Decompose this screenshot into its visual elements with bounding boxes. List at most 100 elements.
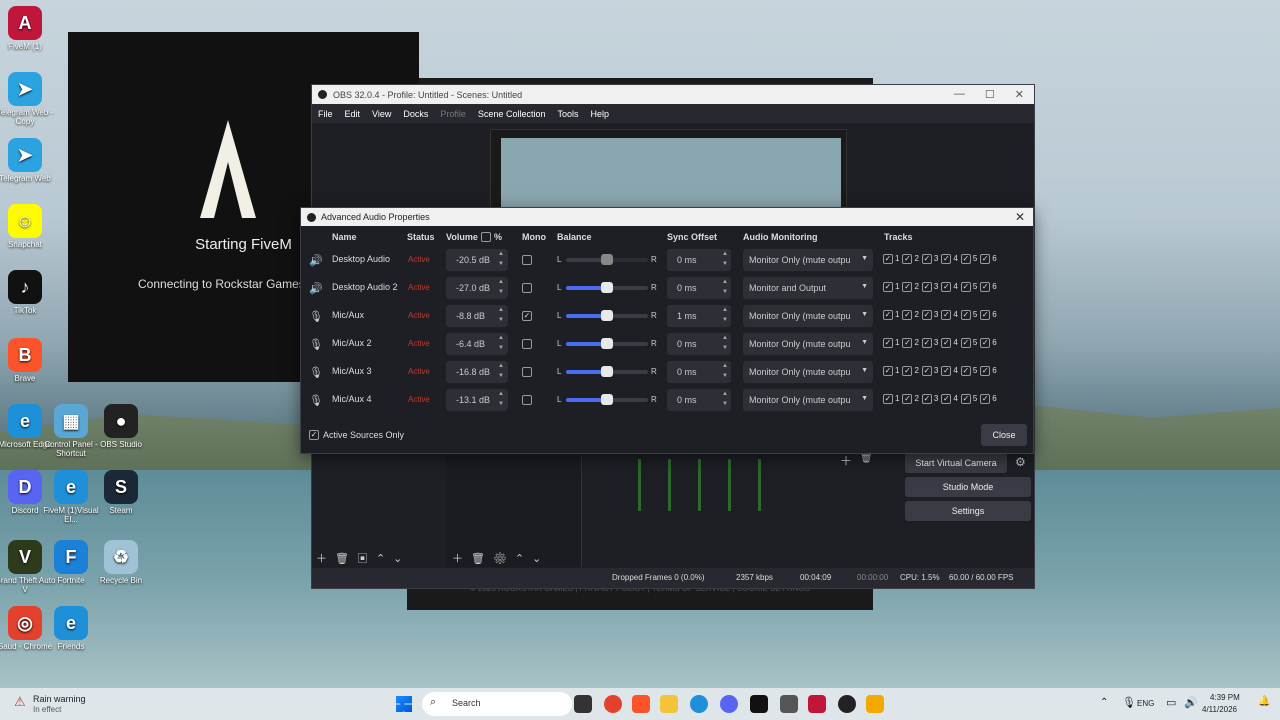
track-checkbox[interactable]: ✓: [941, 310, 952, 320]
track-checkbox[interactable]: ✓: [960, 338, 971, 348]
notification-icon[interactable]: 🔔: [1258, 696, 1270, 707]
track-checkbox[interactable]: ✓: [902, 338, 913, 348]
volume-spinner-icon[interactable]: ▲ ▼: [498, 277, 504, 297]
sync-spinner-icon[interactable]: ▲ ▼: [722, 305, 728, 325]
track-checkbox[interactable]: ✓: [902, 394, 913, 404]
virtual-camera-settings-icon[interactable]: ⚙: [1015, 455, 1026, 469]
track-checkbox[interactable]: ✓: [883, 394, 893, 404]
desktop-icon[interactable]: e Friends: [40, 606, 102, 651]
mono-checkbox[interactable]: [522, 367, 532, 377]
volume-spinner-icon[interactable]: ▲ ▼: [498, 249, 504, 269]
menu-view[interactable]: View: [372, 109, 391, 119]
rockstar-icon[interactable]: [866, 695, 884, 713]
track-checkbox[interactable]: ✓: [941, 366, 952, 376]
mono-checkbox[interactable]: [522, 395, 532, 405]
sync-spinner-icon[interactable]: ▲ ▼: [722, 389, 728, 409]
track-toggle[interactable]: ✓ 4: [941, 310, 958, 320]
track-toggle[interactable]: ✓ 6: [980, 394, 997, 404]
track-checkbox[interactable]: ✓: [883, 366, 893, 376]
track-checkbox[interactable]: ✓: [921, 282, 932, 292]
mono-checkbox[interactable]: [522, 339, 532, 349]
sync-spinner-icon[interactable]: ▲ ▼: [722, 277, 728, 297]
audio-monitoring-select[interactable]: Monitor and Output ▼: [743, 277, 873, 299]
volume-spinner-icon[interactable]: ▲ ▼: [498, 389, 504, 409]
track-toggle[interactable]: ✓ 2: [902, 310, 919, 320]
track-checkbox[interactable]: ✓: [883, 310, 893, 320]
track-checkbox[interactable]: ✓: [941, 394, 952, 404]
track-toggle[interactable]: ✓ 3: [921, 338, 938, 348]
desktop-icon[interactable]: ♪ TikTok: [0, 270, 56, 315]
audio-monitoring-select[interactable]: Monitor Only (mute outpu ▼: [743, 389, 873, 411]
mono-checkbox[interactable]: [522, 283, 532, 293]
weather-title[interactable]: Rain warning: [33, 694, 86, 704]
desktop-icon[interactable]: ☺ Snapchat: [0, 204, 56, 249]
track-toggle[interactable]: ✓ 3: [921, 366, 938, 376]
track-checkbox[interactable]: ✓: [921, 366, 932, 376]
desktop-icon[interactable]: ➤ Telegram Web - Copy: [0, 72, 56, 126]
track-checkbox[interactable]: ✓: [921, 310, 932, 320]
volume-spinner-icon[interactable]: ▲ ▼: [498, 361, 504, 381]
menu-file[interactable]: File: [318, 109, 333, 119]
audio-monitoring-select[interactable]: Monitor Only (mute outpu ▼: [743, 333, 873, 355]
settings-button[interactable]: Settings: [905, 501, 1031, 521]
track-checkbox[interactable]: ✓: [980, 338, 991, 348]
brave-icon[interactable]: [632, 695, 650, 713]
track-checkbox[interactable]: ✓: [902, 310, 913, 320]
balance-slider-handle[interactable]: [601, 254, 613, 265]
desktop-icon[interactable]: S Steam: [90, 470, 152, 515]
balance-slider-handle[interactable]: [601, 282, 613, 293]
studio-mode-button[interactable]: Studio Mode: [905, 477, 1031, 497]
track-toggle[interactable]: ✓ 1: [883, 254, 899, 264]
track-toggle[interactable]: ✓ 3: [921, 282, 938, 292]
remove-icon[interactable]: 🗑: [860, 453, 873, 464]
menu-docks[interactable]: Docks: [403, 109, 428, 119]
track-checkbox[interactable]: ✓: [980, 282, 991, 292]
audio-monitoring-select[interactable]: Monitor Only (mute outpu ▼: [743, 249, 873, 271]
volume-icon[interactable]: 🔊: [1184, 696, 1198, 709]
track-checkbox[interactable]: ✓: [941, 338, 952, 348]
taskbar-search[interactable]: ⌕ Search: [422, 692, 572, 716]
track-checkbox[interactable]: ✓: [902, 282, 913, 292]
menu-scene-collection[interactable]: Scene Collection: [478, 109, 546, 119]
track-toggle[interactable]: ✓ 2: [902, 282, 919, 292]
close-dialog-icon[interactable]: ✕: [1015, 210, 1025, 224]
track-checkbox[interactable]: ✓: [883, 282, 893, 292]
app-icon[interactable]: [780, 695, 798, 713]
maximize-icon[interactable]: ☐: [985, 88, 995, 101]
obs-preview[interactable]: [490, 129, 847, 209]
track-toggle[interactable]: ✓ 6: [980, 254, 997, 264]
task-view-icon[interactable]: [574, 695, 592, 713]
tray-chevron-icon[interactable]: ⌃: [1100, 697, 1108, 708]
start-icon[interactable]: [396, 696, 412, 712]
track-checkbox[interactable]: ✓: [960, 282, 971, 292]
audio-monitoring-select[interactable]: Monitor Only (mute outpu ▼: [743, 361, 873, 383]
track-checkbox[interactable]: ✓: [902, 366, 913, 376]
clock-time[interactable]: 4:39 PM: [1210, 693, 1240, 702]
track-toggle[interactable]: ✓ 3: [921, 254, 938, 264]
track-toggle[interactable]: ✓ 6: [980, 366, 997, 376]
track-checkbox[interactable]: ✓: [941, 254, 952, 264]
active-sources-checkbox[interactable]: ✓: [309, 430, 319, 440]
balance-slider-handle[interactable]: [601, 338, 613, 349]
track-toggle[interactable]: ✓ 2: [902, 366, 919, 376]
chrome-icon[interactable]: [604, 695, 622, 713]
track-checkbox[interactable]: ✓: [960, 310, 971, 320]
track-checkbox[interactable]: ✓: [980, 394, 991, 404]
track-checkbox[interactable]: ✓: [960, 394, 971, 404]
track-checkbox[interactable]: ✓: [883, 338, 893, 348]
track-toggle[interactable]: ✓ 4: [941, 282, 958, 292]
start-virtual-camera-button[interactable]: Start Virtual Camera: [905, 453, 1007, 473]
sync-spinner-icon[interactable]: ▲ ▼: [722, 333, 728, 353]
track-checkbox[interactable]: ✓: [980, 310, 991, 320]
track-toggle[interactable]: ✓ 2: [902, 394, 919, 404]
capcut-icon[interactable]: [750, 695, 768, 713]
network-icon[interactable]: ▭: [1166, 696, 1176, 709]
track-checkbox[interactable]: ✓: [921, 394, 932, 404]
track-toggle[interactable]: ✓ 4: [941, 366, 958, 376]
add-source-icon[interactable]: ＋: [840, 452, 852, 469]
desktop-icon[interactable]: ➤ Telegram Web: [0, 138, 56, 183]
track-toggle[interactable]: ✓ 3: [921, 310, 938, 320]
balance-slider-handle[interactable]: [601, 366, 613, 377]
track-toggle[interactable]: ✓ 6: [980, 282, 997, 292]
obs-icon[interactable]: [838, 695, 856, 713]
